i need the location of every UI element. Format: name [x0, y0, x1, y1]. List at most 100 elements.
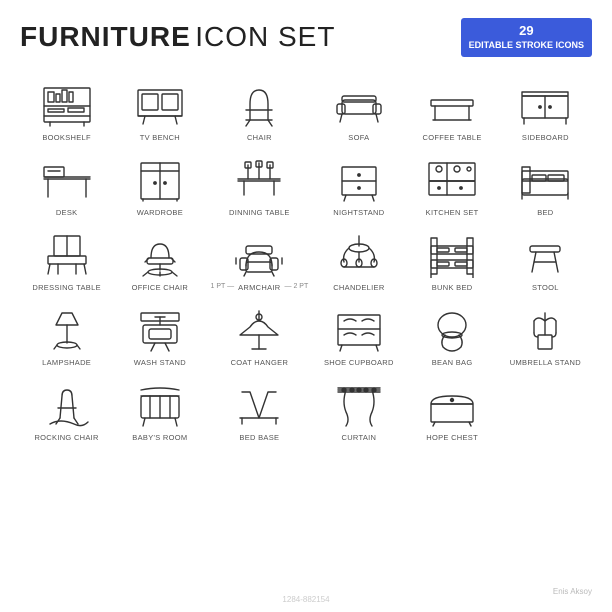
armchair-label: ARMCHAIR: [238, 283, 280, 292]
wash-stand-label: WASH STAND: [134, 358, 186, 367]
icon-dressing-table: DRESSING TABLE: [20, 225, 113, 296]
stool-label: STOOL: [532, 283, 559, 292]
icon-nightstand: NIGHTSTAND: [312, 150, 405, 221]
icons-grid: BOOKSHELF TV BENCH: [20, 75, 592, 446]
sideboard-label: SIDEBOARD: [522, 133, 569, 142]
bed-base-icon: [228, 379, 290, 431]
icon-chandelier: CHANDELIER: [312, 225, 405, 296]
office-chair-icon: [129, 229, 191, 281]
icon-dinning-table: DINNING TABLE: [207, 150, 313, 221]
desk-icon: [36, 154, 98, 206]
umbrella-stand-label: UMBRELLA STAND: [510, 358, 581, 367]
icon-wardrobe: WARDROBE: [113, 150, 206, 221]
kitchen-set-label: KITCHEN SET: [426, 208, 479, 217]
bean-bag-icon: [421, 304, 483, 356]
author-name: Enis Aksoy: [553, 587, 592, 596]
author-credit: Enis Aksoy: [553, 587, 592, 596]
icon-babys-room: BABY'S ROOM: [113, 375, 206, 446]
office-chair-label: OFFICE CHAIR: [132, 283, 189, 292]
dressing-table-icon: [36, 229, 98, 281]
icon-office-chair: OFFICE CHAIR: [113, 225, 206, 296]
icon-umbrella-stand: UMBRELLA STAND: [499, 300, 592, 371]
chair-label: CHAIR: [247, 133, 272, 142]
icon-shoe-cupboard: SHOE CUPBOARD: [312, 300, 405, 371]
badge: 29 EDITABLE STROKE ICONS: [461, 18, 592, 57]
icon-bunk-bed: BUNK BED: [406, 225, 499, 296]
pt-right: — 2 PT: [285, 283, 309, 290]
sub-title: ICON SET: [195, 21, 335, 52]
coffee-table-label: COFFEE TABLE: [423, 133, 482, 142]
tv-bench-label: TV BENCH: [140, 133, 180, 142]
lampshade-icon: [36, 304, 98, 356]
lampshade-label: LAMPSHADE: [42, 358, 91, 367]
page: FURNITURE ICON SET 29 EDITABLE STROKE IC…: [0, 0, 612, 612]
hope-chest-label: HOPE CHEST: [426, 433, 478, 442]
dinning-table-icon: [228, 154, 290, 206]
bean-bag-label: BEAN BAG: [432, 358, 473, 367]
stool-icon: [514, 229, 576, 281]
desk-label: DESK: [56, 208, 78, 217]
main-title: FURNITURE: [20, 21, 191, 52]
hope-chest-icon: [421, 379, 483, 431]
icon-rocking-chair: ROCKING CHAIR: [20, 375, 113, 446]
bunk-bed-icon: [421, 229, 483, 281]
icon-sofa: SOFA: [312, 75, 405, 146]
babys-room-label: BABY'S ROOM: [132, 433, 187, 442]
chandelier-label: CHANDELIER: [333, 283, 384, 292]
nightstand-icon: [328, 154, 390, 206]
icon-kitchen-set: KITCHEN SET: [406, 150, 499, 221]
shoe-cupboard-label: SHOE CUPBOARD: [324, 358, 394, 367]
sofa-icon: [328, 79, 390, 131]
bunk-bed-label: BUNK BED: [432, 283, 473, 292]
pt-left: 1 PT —: [211, 283, 235, 290]
watermark: 1284-882154: [282, 595, 329, 604]
icon-lampshade: LAMPSHADE: [20, 300, 113, 371]
icon-bookshelf: BOOKSHELF: [20, 75, 113, 146]
coffee-table-icon: [421, 79, 483, 131]
curtain-label: CURTAIN: [342, 433, 377, 442]
wardrobe-label: WARDROBE: [137, 208, 183, 217]
coat-hanger-label: COAT HANGER: [231, 358, 289, 367]
dinning-table-label: DINNING TABLE: [229, 208, 290, 217]
kitchen-set-icon: [421, 154, 483, 206]
sofa-label: SOFA: [348, 133, 369, 142]
icon-desk: DESK: [20, 150, 113, 221]
icon-curtain: CURTAIN: [312, 375, 405, 446]
tv-bench-icon: [129, 79, 191, 131]
bed-label: BED: [537, 208, 553, 217]
icon-bed-base: BED BASE: [207, 375, 313, 446]
icon-sideboard: SIDEBOARD: [499, 75, 592, 146]
wardrobe-icon: [129, 154, 191, 206]
umbrella-stand-icon: [514, 304, 576, 356]
icon-bed: BED: [499, 150, 592, 221]
bed-icon: [514, 154, 576, 206]
rocking-chair-label: ROCKING CHAIR: [34, 433, 98, 442]
chair-icon: [228, 79, 290, 131]
badge-text: EDITABLE STROKE ICONS: [469, 40, 584, 50]
icon-coffee-table: COFFEE TABLE: [406, 75, 499, 146]
icon-stool: STOOL: [499, 225, 592, 296]
rocking-chair-icon: [36, 379, 98, 431]
badge-count: 29: [469, 23, 584, 40]
icon-chair: CHAIR: [207, 75, 313, 146]
babys-room-icon: [129, 379, 191, 431]
watermark-text: 1284-882154: [282, 595, 329, 604]
icon-wash-stand: WASH STAND: [113, 300, 206, 371]
bookshelf-icon: [36, 79, 98, 131]
armchair-label-row: 1 PT — ARMCHAIR — 2 PT: [209, 281, 311, 292]
bookshelf-label: BOOKSHELF: [42, 133, 91, 142]
wash-stand-icon: [129, 304, 191, 356]
sideboard-icon: [514, 79, 576, 131]
icon-hope-chest: HOPE CHEST: [406, 375, 499, 446]
header: FURNITURE ICON SET 29 EDITABLE STROKE IC…: [20, 18, 592, 57]
chandelier-icon: [328, 229, 390, 281]
coat-hanger-icon: [228, 304, 290, 356]
nightstand-label: NIGHTSTAND: [333, 208, 384, 217]
armchair-icon: [228, 229, 290, 281]
title-area: FURNITURE ICON SET: [20, 21, 335, 53]
shoe-cupboard-icon: [328, 304, 390, 356]
icon-armchair: 1 PT — ARMCHAIR — 2 PT: [207, 225, 313, 296]
curtain-icon: [328, 379, 390, 431]
icon-bean-bag: BEAN BAG: [406, 300, 499, 371]
dressing-table-label: DRESSING TABLE: [32, 283, 101, 292]
